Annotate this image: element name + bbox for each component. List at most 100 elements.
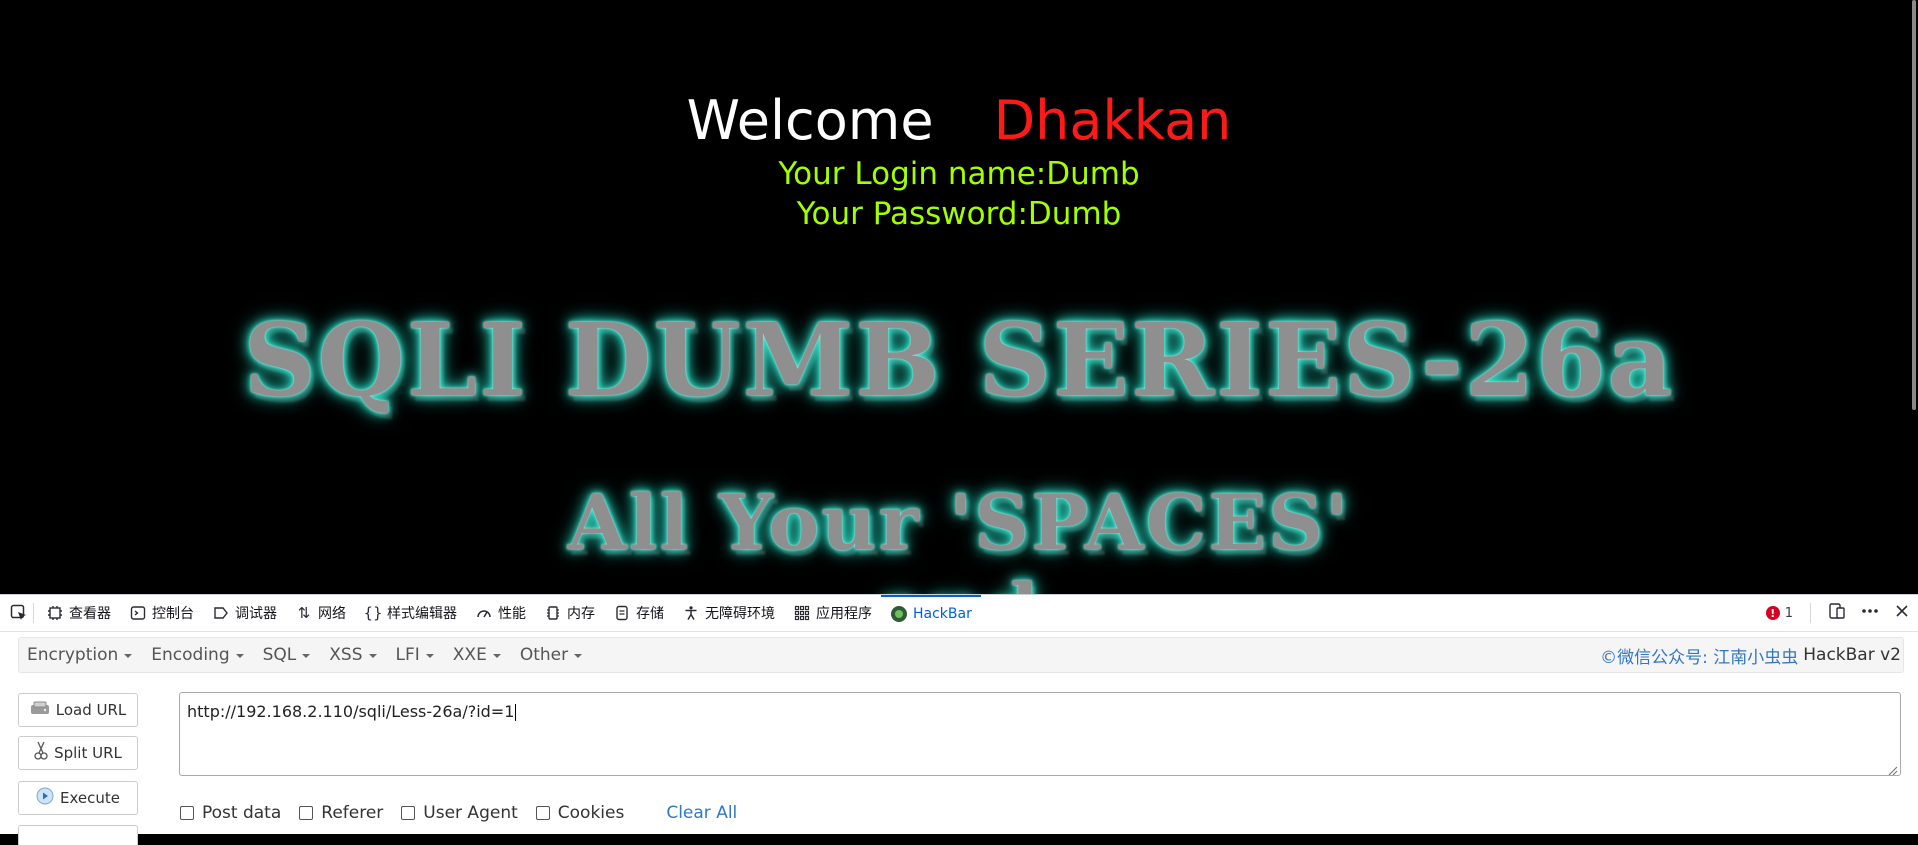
welcome-line: Welcome Dhakkan [0, 88, 1918, 154]
username-text: Dhakkan [993, 89, 1232, 152]
tab-separator [33, 603, 34, 623]
hackbar-menubar: Encryption Encoding SQL XSS LFI XXE Othe… [18, 637, 1904, 673]
play-icon [36, 787, 54, 809]
load-url-button[interactable]: Load URL [18, 693, 138, 727]
split-url-button[interactable]: Split URL [18, 736, 138, 770]
checkbox-box[interactable] [535, 806, 550, 820]
post-data-checkbox[interactable]: Post data [180, 803, 281, 823]
hackbar-credit: ©微信公众号: 江南小虫虫 HackBar v2 [1600, 638, 1901, 672]
style-editor-icon: {} [363, 604, 383, 622]
tab-console[interactable]: 控制台 [120, 595, 203, 631]
more-action-button[interactable] [18, 825, 138, 845]
caret-down-icon [425, 654, 434, 658]
tab-label: HackBar [913, 606, 972, 622]
tab-memory[interactable]: 内存 [535, 595, 604, 631]
application-icon [793, 604, 811, 622]
menu-label: Encryption [27, 645, 119, 665]
tab-label: 性能 [498, 606, 526, 622]
option-label: User Agent [423, 803, 518, 823]
menu-label: SQL [262, 645, 297, 665]
tab-label: 存储 [636, 606, 664, 622]
option-label: Cookies [557, 803, 625, 823]
menu-xss[interactable]: XSS [321, 638, 387, 672]
tab-style-editor[interactable]: {} 样式编辑器 [355, 595, 466, 631]
welcome-text: Welcome [686, 89, 934, 152]
option-label: Post data [202, 803, 282, 823]
menu-label: Other [519, 645, 569, 665]
caret-down-icon [124, 654, 133, 658]
accessibility-icon [682, 604, 700, 622]
menu-sql[interactable]: SQL [255, 638, 322, 672]
page-scrollbar[interactable] [1912, 0, 1916, 410]
split-url-label: Split URL [54, 744, 122, 762]
hackbar-options: Post data Referer User Agent Cookies Cle… [180, 803, 737, 823]
menu-label: XXE [452, 645, 487, 665]
tab-label: 内存 [567, 606, 595, 622]
banner-subtitle-2: and [0, 562, 1918, 594]
menu-encryption[interactable]: Encryption [19, 638, 143, 672]
menu-label: XSS [329, 645, 363, 665]
tab-performance[interactable]: 性能 [466, 595, 535, 631]
execute-button[interactable]: Execute [18, 781, 138, 815]
error-count: 1 [1784, 605, 1793, 621]
tab-label: 无障碍环境 [705, 606, 775, 622]
storage-icon [613, 604, 631, 622]
login-name-text: Your Login name:Dumb [778, 156, 1140, 192]
menu-label: Encoding [151, 645, 230, 665]
url-input[interactable]: http://192.168.2.110/sqli/Less-26a/?id=1 [179, 692, 1901, 776]
devtools-right-tools: ! 1 [1765, 595, 1918, 631]
resize-handle-icon[interactable] [1886, 761, 1898, 776]
tab-network[interactable]: ⇅ 网络 [286, 595, 355, 631]
error-icon: ! [1765, 606, 1780, 620]
tab-label: 样式编辑器 [387, 606, 457, 622]
menu-lfi[interactable]: LFI [388, 638, 445, 672]
scissors-icon [34, 741, 48, 765]
user-agent-checkbox[interactable]: User Agent [401, 803, 518, 823]
devtools-panel: 查看器 控制台 调试器 ⇅ 网络 {} 样式编辑器 性能 内存 存储 无障碍环境… [0, 594, 1918, 845]
more-options-icon[interactable] [1860, 602, 1880, 624]
inspector-icon [46, 604, 64, 622]
close-icon[interactable] [1894, 603, 1910, 623]
cookies-checkbox[interactable]: Cookies [535, 803, 625, 823]
load-url-icon [30, 700, 50, 720]
credit-name: HackBar v2 [1803, 645, 1901, 665]
banner-subtitle: All Your 'SPACES' [567, 478, 1351, 567]
tab-label: 网络 [318, 606, 346, 622]
tab-label: 查看器 [69, 606, 111, 622]
execute-label: Execute [60, 789, 120, 807]
caret-down-icon [235, 654, 244, 658]
tab-separator [1810, 603, 1811, 623]
performance-icon [475, 604, 493, 622]
clear-all-link[interactable]: Clear All [666, 803, 737, 823]
tab-label: 控制台 [152, 606, 194, 622]
tab-storage[interactable]: 存储 [604, 595, 673, 631]
tab-debugger[interactable]: 调试器 [203, 595, 286, 631]
debugger-icon [212, 604, 230, 622]
caret-down-icon [492, 654, 501, 658]
menu-xxe[interactable]: XXE [445, 638, 512, 672]
element-picker-icon[interactable] [8, 602, 30, 624]
console-icon [129, 604, 147, 622]
tab-accessibility[interactable]: 无障碍环境 [673, 595, 784, 631]
memory-icon [544, 604, 562, 622]
tab-label: 应用程序 [816, 606, 872, 622]
load-url-label: Load URL [55, 701, 127, 719]
tab-label: 调试器 [235, 606, 277, 622]
menu-other[interactable]: Other [512, 638, 593, 672]
caret-down-icon [368, 654, 377, 658]
checkbox-box[interactable] [401, 806, 416, 820]
password-text: Your Password:Dumb [796, 196, 1122, 232]
error-count-badge[interactable]: ! 1 [1765, 605, 1793, 621]
checkbox-box[interactable] [299, 806, 314, 820]
tab-hackbar[interactable]: HackBar [881, 595, 981, 631]
devtools-tabbar: 查看器 控制台 调试器 ⇅ 网络 {} 样式编辑器 性能 内存 存储 无障碍环境… [0, 595, 1918, 632]
menu-encoding[interactable]: Encoding [143, 638, 254, 672]
credit-wechat[interactable]: ©微信公众号: 江南小虫虫 [1600, 643, 1798, 668]
url-value: http://192.168.2.110/sqli/Less-26a/?id=1 [187, 702, 515, 721]
responsive-design-icon[interactable] [1828, 602, 1846, 624]
referer-checkbox[interactable]: Referer [299, 803, 383, 823]
checkbox-box[interactable] [180, 806, 194, 820]
tab-inspector[interactable]: 查看器 [37, 595, 120, 631]
network-icon: ⇅ [297, 604, 311, 622]
tab-application[interactable]: 应用程序 [784, 595, 881, 631]
